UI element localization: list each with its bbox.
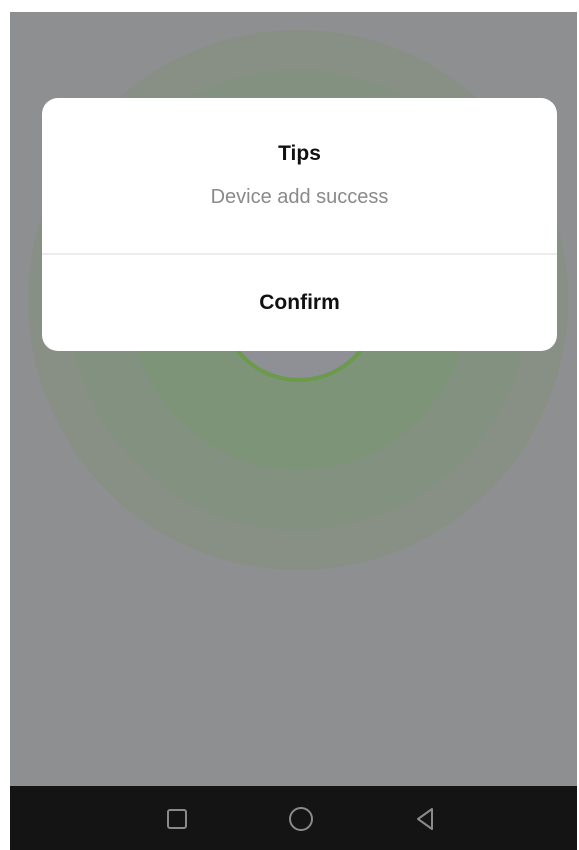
confirm-button[interactable]: Confirm [42, 255, 557, 351]
dialog-title: Tips [278, 142, 321, 165]
app-frame: Tips Device add success Confirm [10, 12, 577, 850]
recent-apps-button[interactable] [160, 802, 194, 836]
scan-screen: Tips Device add success Confirm [10, 12, 577, 786]
tips-dialog: Tips Device add success Confirm [42, 98, 557, 351]
recent-apps-icon [167, 809, 187, 829]
home-button[interactable] [284, 802, 318, 836]
dialog-message: Device add success [210, 186, 389, 208]
home-icon [289, 807, 313, 831]
system-navigation-bar [10, 786, 577, 850]
back-icon [417, 808, 433, 830]
back-button[interactable] [408, 802, 442, 836]
